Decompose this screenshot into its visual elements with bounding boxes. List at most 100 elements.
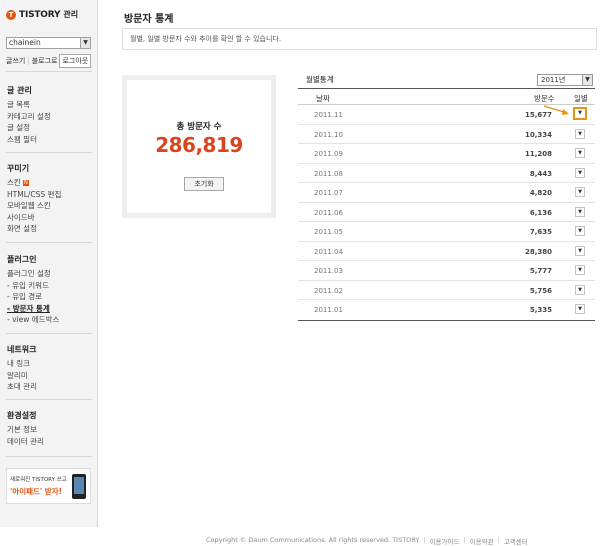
table-body: 2011.11 15,677 ▼ 2011.10 10,334 ▼ 2011.09 11,20… [298,105,595,320]
sidebar-item-post-settings[interactable]: 글 설정 [7,122,51,134]
sidebar-item-inflow-path[interactable]: - 유입 경로 [7,291,59,303]
footer-separator: | [463,536,466,544]
menu-title-network: 네트워크 [7,345,37,354]
ipad-promo-banner[interactable]: 새로워진 TISTORY 쓰고 '아이패드' 받자! [6,468,91,504]
sidebar-item-mobile-skin[interactable]: 모바일웹 스킨 [7,200,61,212]
row-visit-count: 11,208 [524,150,552,158]
logout-button[interactable]: 로그아웃 [59,54,92,68]
total-visitors-value: 286,819 [155,133,243,157]
table-row: 2011.11 15,677 ▼ [298,105,595,125]
write-link[interactable]: 글쓰기 [6,56,25,66]
daily-expand-icon[interactable]: ▼ [575,284,585,295]
quick-link-separator: | [27,57,30,65]
daily-expand-icon[interactable]: ▼ [575,245,585,256]
sidebar-item-data-management[interactable]: 데이터 관리 [7,436,44,448]
row-visit-count: 28,380 [524,247,552,256]
chevron-down-icon[interactable]: ▼ [582,75,592,85]
column-header-count: 방문수 [534,94,555,103]
total-visitors-card: 총 방문자 수 286,819 초기화 [127,80,271,213]
sidebar-item-visitor-stats[interactable]: - 방문자 통계 [7,303,59,315]
blog-select[interactable]: chainein ▼ [6,37,91,49]
menu-group-preferences: 환경설정 기본 정보 데이터 관리 [7,410,44,447]
sidebar-item-category-settings[interactable]: 카테고리 설정 [7,111,51,123]
sidebar-item-inflow-keywords[interactable]: - 유입 키워드 [7,280,59,292]
daily-expand-icon[interactable]: ▼ [575,206,585,217]
table-row: 2011.08 8,443 ▼ [298,164,595,183]
menu-group-network: 네트워크 내 링크 알리미 초대 관리 [7,344,37,393]
sidebar-item-spam-filter[interactable]: 스팸 필터 [7,134,51,146]
column-header-daily: 일별 [574,94,588,103]
daily-expand-icon[interactable]: ▼ [575,226,585,236]
daily-expand-icon[interactable]: ▼ [575,167,585,178]
sidebar-item-sidebar[interactable]: 사이드바 [7,212,61,224]
monthly-stats-label: 월별통계 [306,75,334,84]
row-month: 2011.09 [314,150,343,158]
sidebar-item-plugin-settings[interactable]: 플러그인 설정 [7,268,59,280]
row-month: 2011.01 [314,306,343,314]
page-title: 방문자 통계 [124,14,174,25]
daily-expand-icon[interactable]: ▼ [575,304,585,314]
sidebar-item-html-css[interactable]: HTML/CSS 편집 [7,189,61,201]
footer-link-guide[interactable]: 이용가이드 [430,536,460,546]
tistory-logo[interactable]: T TISTORY 관리 [6,9,78,20]
reset-button[interactable]: 초기화 [184,177,224,191]
sidebar-item-my-links[interactable]: 내 링크 [7,358,37,370]
sidebar-divider [6,399,92,400]
table-row: 2011.05 7,635 ▼ [298,222,595,242]
daily-expand-icon[interactable]: ▼ [573,107,587,120]
sidebar-item-notifier[interactable]: 알리미 [7,370,37,382]
daily-expand-icon[interactable]: ▼ [575,187,585,197]
row-visit-count: 5,777 [529,267,552,275]
menu-group-design: 꾸미기 스킨 N HTML/CSS 편집 모바일웹 스킨 사이드바 화면 설정 [7,163,61,235]
sidebar-item-skin-label: 스킨 [7,178,21,187]
brand-name: TISTORY [19,9,61,20]
daily-expand-icon[interactable]: ▼ [575,265,585,275]
table-row: 2011.10 10,334 ▼ [298,125,595,144]
row-month: 2011.03 [314,267,343,275]
row-month: 2011.11 [314,111,343,119]
table-row: 2011.01 5,335 ▼ [298,300,595,320]
sidebar-item-skin[interactable]: 스킨 N [7,177,61,189]
sidebar-item-basic-info[interactable]: 기본 정보 [7,424,44,436]
table-row: 2011.03 5,777 ▼ [298,261,595,281]
footer-link-support[interactable]: 고객센터 [504,536,528,546]
tablet-icon [72,474,86,499]
row-month: 2011.05 [314,228,343,236]
sidebar-item-view-adbox[interactable]: - view 에드박스 [7,314,59,326]
row-visit-count: 4,820 [529,189,552,197]
menu-group-posts: 글 관리 글 목록 카테고리 설정 글 설정 스팸 필터 [7,85,51,145]
promo-headline: 새로워진 TISTORY 쓰고 [10,477,67,483]
sidebar-item-screen-settings[interactable]: 화면 설정 [7,223,61,235]
sidebar-item-invite-management[interactable]: 초대 관리 [7,381,37,393]
row-month: 2011.07 [314,189,343,197]
sidebar-divider [6,152,92,153]
row-visit-count: 15,677 [524,111,552,119]
footer-separator: | [423,536,426,544]
row-visit-count: 8,443 [529,169,552,178]
chevron-down-icon[interactable]: ▼ [80,38,90,48]
brand-suffix: 관리 [63,10,79,19]
daily-expand-icon[interactable]: ▼ [575,128,585,139]
quick-links: 글쓰기 | 블로그로 로그아웃 [6,54,92,68]
menu-title-plugins: 플러그인 [7,255,37,264]
menu-title-preferences: 환경설정 [7,411,37,420]
monthly-stats-table: 날짜 방문수 일별 2011.11 15,677 ▼ 2011.10 10,334 ▼ 20… [298,88,595,321]
blog-select-value: chainein [9,38,41,47]
year-select[interactable]: 2011년 ▼ [537,74,593,86]
sidebar-divider [6,71,92,72]
blog-link[interactable]: 블로그로 [32,56,58,66]
row-month: 2011.06 [314,208,343,217]
row-month: 2011.08 [314,169,343,178]
new-badge-icon: N [22,180,29,186]
menu-group-plugins: 플러그인 플러그인 설정 - 유입 키워드 - 유입 경로 - 방문자 통계 -… [7,254,59,326]
total-visitors-panel: 총 방문자 수 286,819 초기화 [122,75,276,218]
promo-subline: '아이패드' 받자! [10,487,63,496]
tistory-logo-icon: T [6,9,16,20]
table-row: 2011.07 4,820 ▼ [298,183,595,203]
sidebar-item-post-list[interactable]: 글 목록 [7,99,51,111]
footer-link-terms[interactable]: 이용약관 [470,536,494,546]
sidebar-divider [6,242,92,243]
daily-expand-icon[interactable]: ▼ [575,148,585,158]
row-month: 2011.10 [314,130,343,139]
year-select-value: 2011년 [541,76,566,84]
